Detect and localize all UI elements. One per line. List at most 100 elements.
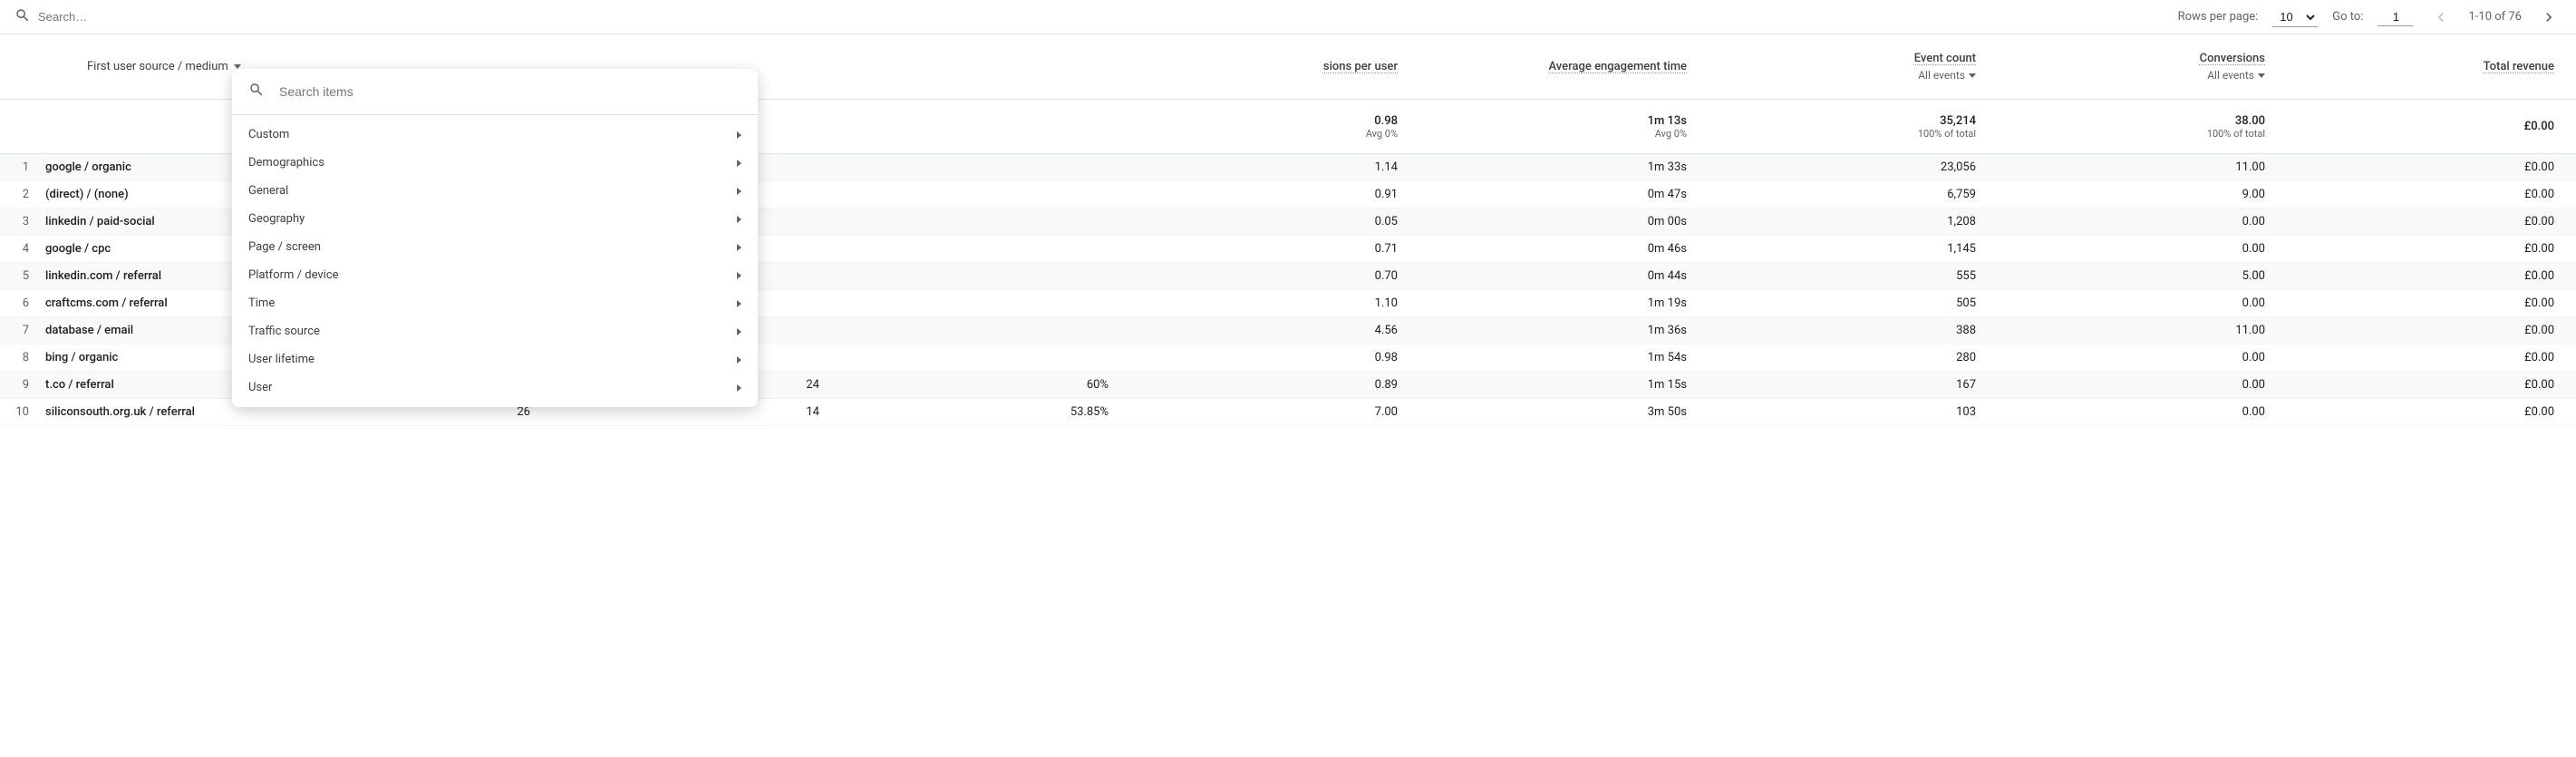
chevron-down-icon <box>1969 73 1976 78</box>
chevron-right-icon <box>737 300 741 307</box>
row-dimension: t.co / referral <box>36 378 263 392</box>
metric-filter-dropdown[interactable]: All events <box>2207 69 2265 82</box>
prev-page-button[interactable] <box>2428 5 2454 30</box>
chevron-right-icon <box>737 384 741 392</box>
popup-category-item[interactable]: Custom <box>232 121 758 149</box>
hidden-col-c <box>841 34 1130 99</box>
dimension-picker-popup: Custom Demographics General Geography Page /… <box>232 69 758 407</box>
metric-header-sessions-per-user[interactable]: sions per user <box>1130 34 1419 99</box>
metric-title: Average engagement time <box>1549 60 1688 73</box>
goto-label: Go to: <box>2332 10 2363 24</box>
row-dimension: linkedin.com / referral <box>36 269 263 283</box>
popup-item-label: Custom <box>248 128 289 141</box>
chevron-right-icon <box>737 244 741 251</box>
metric-header-event-count[interactable]: Event count All events <box>1709 34 1998 99</box>
row-hidden-c: 60% <box>841 378 1130 392</box>
metric-header-total-revenue[interactable]: Total revenue <box>2287 34 2576 99</box>
row-index: 6 <box>0 296 36 310</box>
global-search <box>15 7 2178 27</box>
row-index: 1 <box>0 160 36 174</box>
popup-category-item[interactable]: Time <box>232 289 758 317</box>
row-dimension: bing / organic <box>36 351 263 364</box>
row-index: 3 <box>0 215 36 228</box>
summary-conversions: 38.00100% of total <box>1998 100 2287 153</box>
popup-item-label: Traffic source <box>248 325 320 338</box>
popup-category-item[interactable]: User <box>232 374 758 402</box>
row-index: 5 <box>0 269 36 283</box>
row-index: 7 <box>0 324 36 337</box>
page-range-text: 1-10 of 76 <box>2468 10 2522 24</box>
chevron-right-icon <box>737 328 741 335</box>
row-event-count: 103 <box>1709 396 1998 428</box>
row-hidden-b: 14 <box>552 405 841 419</box>
row-dimension: database / email <box>36 324 263 337</box>
dimension-header-cell: First user source / medium <box>36 34 263 99</box>
popup-category-item[interactable]: Platform / device <box>232 261 758 289</box>
metric-title: sions per user <box>1323 60 1398 73</box>
summary-sessions-per-user: 0.98Avg 0% <box>1130 100 1419 153</box>
popup-search-row <box>232 69 758 115</box>
popup-category-item[interactable]: User lifetime <box>232 345 758 374</box>
popup-item-label: User lifetime <box>248 353 315 366</box>
rows-per-page-select[interactable]: 10 <box>2272 7 2318 27</box>
row-dimension: linkedin / paid-social <box>36 215 263 228</box>
chevron-right-icon <box>737 188 741 195</box>
popup-item-label: Geography <box>248 212 305 226</box>
summary-avg-engagement: 1m 13sAvg 0% <box>1419 100 1709 153</box>
index-header <box>0 34 36 99</box>
chevron-right-icon <box>737 131 741 139</box>
row-dimension: (direct) / (none) <box>36 188 263 201</box>
metric-header-conversions[interactable]: Conversions All events <box>1998 34 2287 99</box>
metric-title: Total revenue <box>2484 60 2554 73</box>
goto-input[interactable] <box>2377 8 2414 26</box>
popup-category-item[interactable]: Page / screen <box>232 233 758 261</box>
popup-category-item[interactable]: Geography <box>232 205 758 233</box>
metric-title: Event count <box>1914 52 1976 65</box>
row-dimension: google / cpc <box>36 242 263 256</box>
search-icon <box>248 82 265 102</box>
metric-title: Conversions <box>2200 52 2265 65</box>
row-sessions-per-user: 7.00 <box>1130 396 1419 428</box>
row-index: 2 <box>0 188 36 201</box>
row-total-revenue: £0.00 <box>2287 396 2576 428</box>
popup-category-list: Custom Demographics General Geography Page /… <box>232 115 758 407</box>
metric-header-avg-engagement[interactable]: Average engagement time <box>1419 34 1709 99</box>
row-avg-engagement: 3m 50s <box>1419 396 1709 428</box>
chevron-down-icon <box>2258 73 2265 78</box>
popup-item-label: Demographics <box>248 156 324 170</box>
search-input[interactable] <box>38 10 219 24</box>
row-index: 8 <box>0 351 36 364</box>
next-page-button[interactable] <box>2536 5 2561 30</box>
popup-item-label: Platform / device <box>248 268 339 282</box>
popup-search-input[interactable] <box>279 84 741 99</box>
chevron-right-icon <box>737 356 741 364</box>
top-bar: Rows per page: 10 Go to: 1-10 of 76 <box>0 0 2576 34</box>
popup-item-label: User <box>248 381 272 394</box>
summary-total-revenue: £0.00 <box>2287 100 2576 153</box>
pagination-controls: Rows per page: 10 Go to: 1-10 of 76 <box>2178 5 2561 30</box>
row-dimension: craftcms.com / referral <box>36 296 263 310</box>
popup-category-item[interactable]: General <box>232 177 758 205</box>
search-icon <box>15 7 31 27</box>
row-dimension: google / organic <box>36 160 263 174</box>
popup-category-item[interactable]: Traffic source <box>232 317 758 345</box>
popup-item-label: Page / screen <box>248 240 321 254</box>
chevron-right-icon <box>737 216 741 223</box>
row-index: 9 <box>0 378 36 392</box>
dimension-label: First user source / medium <box>87 60 228 73</box>
chevron-right-icon <box>737 272 741 279</box>
metric-filter-dropdown[interactable]: All events <box>1918 69 1976 82</box>
popup-item-label: Time <box>248 296 275 310</box>
row-hidden-c: 53.85% <box>841 405 1130 419</box>
popup-category-item[interactable]: Demographics <box>232 149 758 177</box>
row-hidden-a: 26 <box>263 405 552 419</box>
row-conversions: 0.00 <box>1998 396 2287 428</box>
popup-item-label: General <box>248 184 288 198</box>
row-index: 4 <box>0 242 36 256</box>
row-index: 10 <box>0 405 36 419</box>
chevron-right-icon <box>737 160 741 167</box>
summary-event-count: 35,214100% of total <box>1709 100 1998 153</box>
row-dimension: siliconsouth.org.uk / referral <box>36 405 263 419</box>
dimension-selector[interactable]: First user source / medium <box>87 60 241 73</box>
rows-per-page-label: Rows per page: <box>2178 10 2259 24</box>
